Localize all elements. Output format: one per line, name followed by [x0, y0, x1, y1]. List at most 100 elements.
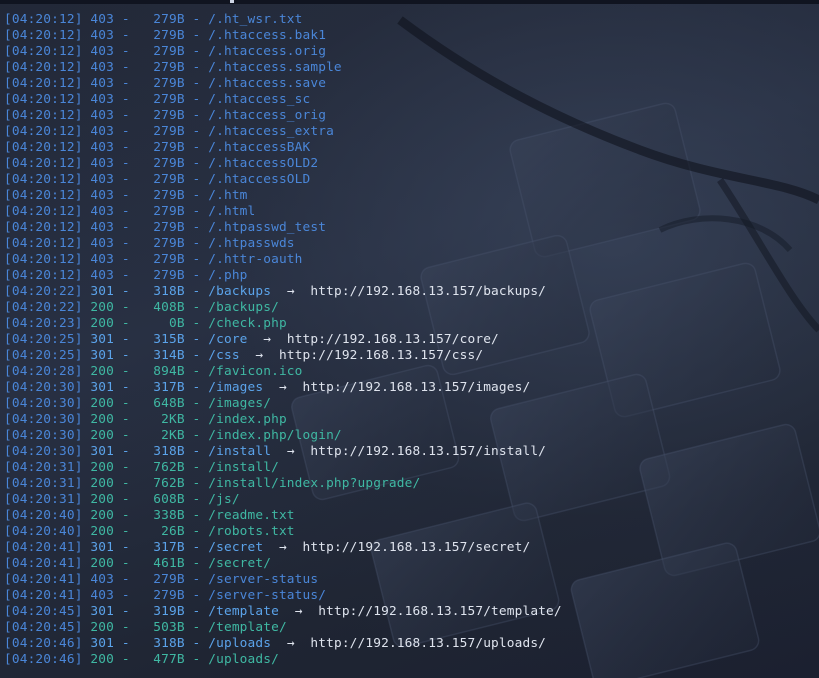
log-row: [04:20:30] 301 - 317B - /images → http:/…	[4, 380, 531, 395]
log-path: /.htaccess_extra	[208, 124, 334, 139]
log-status-code: 301	[90, 540, 114, 555]
log-path: /readme.txt	[208, 508, 295, 523]
log-path: /.htaccessOLD2	[208, 156, 319, 171]
redirect-arrow-icon: →	[294, 604, 303, 619]
log-timestamp: [04:20:23]	[4, 316, 83, 331]
log-timestamp: [04:20:12]	[4, 12, 83, 27]
log-row: [04:20:12] 403 - 279B - /.htaccess_sc	[4, 92, 311, 107]
log-path: /images/	[208, 396, 272, 411]
log-response-size: 608B	[145, 492, 185, 507]
log-path: /.htaccess.bak1	[208, 28, 327, 43]
log-timestamp: [04:20:31]	[4, 460, 83, 475]
log-response-size: 338B	[145, 508, 185, 523]
terminal-window[interactable]: [04:20:12] 403 - 279B - /.ht_wsr.txt [04:…	[0, 0, 819, 678]
log-timestamp: [04:20:12]	[4, 124, 83, 139]
log-redirect-url: http://192.168.13.157/install/	[310, 444, 547, 459]
log-timestamp: [04:20:30]	[4, 380, 83, 395]
log-row: [04:20:12] 403 - 279B - /.htaccess.sampl…	[4, 60, 342, 75]
log-row: [04:20:45] 301 - 319B - /template → http…	[4, 604, 562, 619]
log-response-size: 279B	[145, 60, 185, 75]
log-status-code: 403	[90, 108, 114, 123]
log-path: /.htpasswd_test	[208, 220, 327, 235]
scan-output-log: [04:20:12] 403 - 279B - /.ht_wsr.txt [04:…	[4, 12, 562, 668]
log-response-size: 461B	[145, 556, 185, 571]
log-status-code: 403	[90, 12, 114, 27]
log-path: /.htaccess.sample	[208, 60, 342, 75]
log-response-size: 762B	[145, 476, 185, 491]
redirect-arrow-icon: →	[255, 348, 264, 363]
log-path: /.htaccess_orig	[208, 108, 327, 123]
log-redirect-url: http://192.168.13.157/images/	[302, 380, 531, 395]
log-path: /.htaccess.save	[208, 76, 327, 91]
log-row: [04:20:30] 200 - 648B - /images/	[4, 396, 272, 411]
log-status-code: 403	[90, 172, 114, 187]
log-status-code: 200	[90, 524, 114, 539]
log-row: [04:20:25] 301 - 314B - /css → http://19…	[4, 348, 484, 363]
log-status-code: 403	[90, 44, 114, 59]
log-response-size: 318B	[145, 444, 185, 459]
log-row: [04:20:31] 200 - 762B - /install/index.p…	[4, 476, 421, 491]
log-response-size: 279B	[145, 188, 185, 203]
log-redirect-url: http://192.168.13.157/core/	[286, 332, 499, 347]
log-row: [04:20:12] 403 - 279B - /.httr-oauth	[4, 252, 303, 267]
log-status-code: 403	[90, 204, 114, 219]
log-path: /.htaccess_sc	[208, 92, 311, 107]
log-timestamp: [04:20:12]	[4, 252, 83, 267]
log-status-code: 200	[90, 492, 114, 507]
redirect-arrow-icon: →	[278, 380, 287, 395]
log-response-size: 648B	[145, 396, 185, 411]
log-response-size: 279B	[145, 268, 185, 283]
log-timestamp: [04:20:46]	[4, 652, 83, 667]
log-row: [04:20:25] 301 - 315B - /core → http://1…	[4, 332, 499, 347]
log-path: /core	[208, 332, 248, 347]
log-response-size: 315B	[145, 332, 185, 347]
log-timestamp: [04:20:30]	[4, 396, 83, 411]
log-timestamp: [04:20:12]	[4, 28, 83, 43]
log-path: /.htm	[208, 188, 248, 203]
log-path: /.html	[208, 204, 256, 219]
log-timestamp: [04:20:31]	[4, 476, 83, 491]
log-path: /backups	[208, 284, 272, 299]
log-timestamp: [04:20:30]	[4, 412, 83, 427]
log-row: [04:20:30] 301 - 318B - /install → http:…	[4, 444, 547, 459]
log-response-size: 279B	[145, 572, 185, 587]
log-path: /install	[208, 444, 272, 459]
log-response-size: 279B	[145, 156, 185, 171]
log-path: /backups/	[208, 300, 279, 315]
log-path: /.ht_wsr.txt	[208, 12, 303, 27]
log-status-code: 403	[90, 60, 114, 75]
log-response-size: 894B	[145, 364, 185, 379]
log-row: [04:20:41] 200 - 461B - /secret/	[4, 556, 272, 571]
log-timestamp: [04:20:12]	[4, 188, 83, 203]
log-status-code: 200	[90, 476, 114, 491]
log-row: [04:20:30] 200 - 2KB - /index.php	[4, 412, 287, 427]
top-bar-marker	[230, 0, 234, 3]
log-timestamp: [04:20:22]	[4, 284, 83, 299]
log-status-code: 403	[90, 76, 114, 91]
log-path: /index.php	[208, 412, 287, 427]
log-response-size: 408B	[145, 300, 185, 315]
log-row: [04:20:12] 403 - 279B - /.php	[4, 268, 248, 283]
log-status-code: 403	[90, 140, 114, 155]
log-path: /.php	[208, 268, 248, 283]
log-status-code: 403	[90, 572, 114, 587]
log-row: [04:20:41] 403 - 279B - /server-status/	[4, 588, 327, 603]
log-timestamp: [04:20:12]	[4, 60, 83, 75]
log-timestamp: [04:20:30]	[4, 444, 83, 459]
log-status-code: 200	[90, 556, 114, 571]
log-response-size: 318B	[145, 284, 185, 299]
log-response-size: 279B	[145, 220, 185, 235]
log-status-code: 301	[90, 332, 114, 347]
log-status-code: 403	[90, 236, 114, 251]
log-path: /template/	[208, 620, 287, 635]
log-row: [04:20:12] 403 - 279B - /.htpasswd_test	[4, 220, 327, 235]
redirect-arrow-icon: →	[286, 284, 295, 299]
log-row: [04:20:12] 403 - 279B - /.html	[4, 204, 256, 219]
log-timestamp: [04:20:12]	[4, 140, 83, 155]
log-status-code: 403	[90, 92, 114, 107]
log-path: /.htaccessBAK	[208, 140, 311, 155]
log-status-code: 200	[90, 620, 114, 635]
log-status-code: 200	[90, 508, 114, 523]
log-timestamp: [04:20:12]	[4, 268, 83, 283]
log-status-code: 301	[90, 348, 114, 363]
